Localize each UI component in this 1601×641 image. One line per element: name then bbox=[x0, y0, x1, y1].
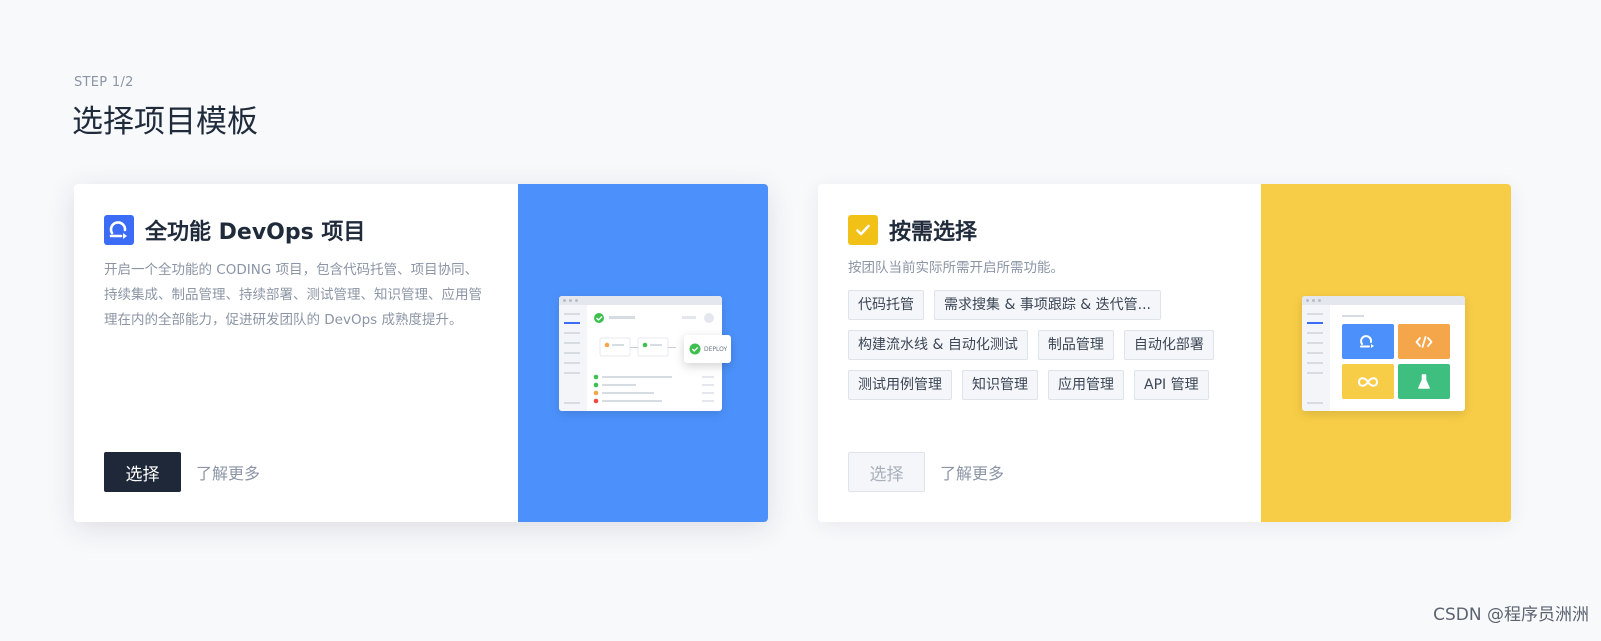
feature-tag: 构建流水线 & 自动化测试 bbox=[848, 330, 1028, 360]
feature-tag: 测试用例管理 bbox=[848, 370, 952, 400]
feature-tag: API 管理 bbox=[1134, 370, 1209, 400]
devops-logo-icon bbox=[104, 215, 134, 245]
devops-learn-more-link[interactable]: 了解更多 bbox=[196, 460, 260, 484]
flask-module-icon bbox=[1398, 364, 1450, 399]
code-module-icon bbox=[1398, 324, 1450, 359]
on-demand-select-button[interactable]: 选择 bbox=[848, 452, 925, 492]
devops-card-title: 全功能 DevOps 项目 bbox=[145, 220, 366, 245]
devops-template-card[interactable]: 全功能 DevOps 项目 开启一个全功能的 CODING 项目，包含代码托管、… bbox=[74, 184, 768, 522]
devops-select-button[interactable]: 选择 bbox=[104, 452, 181, 492]
on-demand-card-description: 按团队当前实际所需开启所需功能。 bbox=[848, 260, 1064, 276]
watermark: CSDN @程序员洲洲 bbox=[1433, 605, 1589, 625]
modules-mockup-illustration bbox=[1302, 296, 1465, 411]
on-demand-card-title: 按需选择 bbox=[889, 220, 978, 245]
feature-tag: 制品管理 bbox=[1037, 330, 1114, 360]
devops-illustration-panel: DEPLOY bbox=[518, 184, 768, 522]
on-demand-template-card[interactable]: 按需选择 按团队当前实际所需开启所需功能。 代码托管 需求搜集 & 事项跟踪 &… bbox=[818, 184, 1511, 522]
feature-tag-list: 代码托管 需求搜集 & 事项跟踪 & 迭代管... 构建流水线 & 自动化测试 … bbox=[848, 290, 1248, 410]
devops-card-actions: 选择 了解更多 bbox=[104, 452, 260, 492]
on-demand-illustration-panel bbox=[1261, 184, 1511, 522]
on-demand-learn-more-link[interactable]: 了解更多 bbox=[940, 460, 1004, 484]
on-demand-card-header: 按需选择 bbox=[848, 214, 1253, 246]
on-demand-card-actions: 选择 了解更多 bbox=[848, 452, 1004, 492]
deploy-badge-label: DEPLOY bbox=[704, 345, 728, 353]
devops-card-header: 全功能 DevOps 项目 bbox=[104, 214, 494, 246]
step-indicator: STEP 1/2 bbox=[74, 75, 134, 90]
infinity-module-icon bbox=[1342, 364, 1394, 399]
feature-tag: 应用管理 bbox=[1048, 370, 1124, 400]
feature-tag: 自动化部署 bbox=[1123, 330, 1214, 360]
devops-module-icon bbox=[1342, 324, 1394, 359]
feature-tag: 需求搜集 & 事项跟踪 & 迭代管... bbox=[934, 290, 1161, 320]
feature-tag: 代码托管 bbox=[848, 290, 924, 320]
checkbox-icon bbox=[848, 215, 878, 245]
deploy-badge: DEPLOY bbox=[684, 335, 731, 363]
page-title: 选择项目模板 bbox=[72, 104, 258, 140]
feature-tag: 知识管理 bbox=[962, 370, 1038, 400]
template-selection-page: STEP 1/2 选择项目模板 全功能 DevOps 项目 开启一个全功能的 C… bbox=[0, 0, 1601, 641]
devops-card-description: 开启一个全功能的 CODING 项目，包含代码托管、项目协同、持续集成、制品管理… bbox=[104, 262, 482, 328]
